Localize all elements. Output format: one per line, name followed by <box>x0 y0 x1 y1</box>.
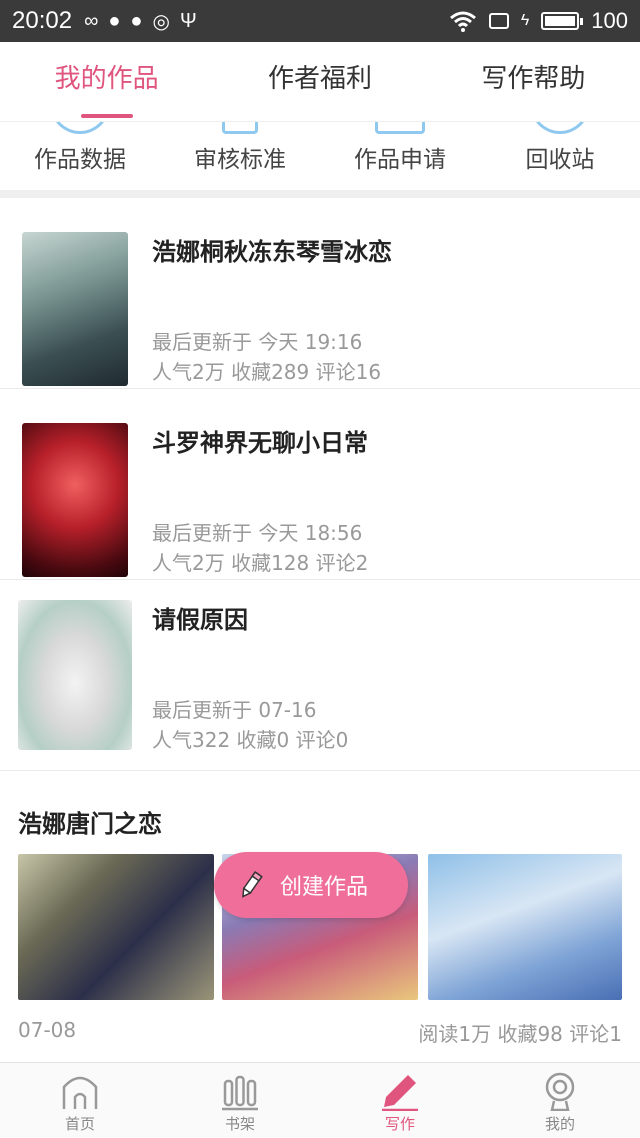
top-tabs: 我的作品 作者福利 写作帮助 <box>0 42 640 122</box>
nav-label: 首页 <box>64 1115 95 1133</box>
series-title[interactable]: 浩娜唐门之恋 <box>18 804 162 839</box>
create-work-button[interactable]: 创建作品 <box>214 852 408 918</box>
quick-action-label: 作品申请 <box>354 147 446 173</box>
works-list: 浩娜桐秋冻东琴雪冰恋 最后更新于 今天 19:16 人气2万 收藏289 评论1… <box>0 198 640 771</box>
bottom-nav: 首页 书架 写作 我的 <box>0 1062 640 1138</box>
quick-action-data[interactable]: 作品数据 <box>0 122 160 190</box>
nav-bookshelf[interactable]: 书架 <box>160 1063 320 1138</box>
tab-label: 作者福利 <box>267 64 372 94</box>
quick-action-label: 回收站 <box>525 147 595 173</box>
tab-writing-help[interactable]: 写作帮助 <box>427 42 640 121</box>
tab-underline <box>80 114 133 118</box>
quick-actions: 作品数据 审核标准 作品申请 回收站 <box>0 122 640 190</box>
battery-text: 100 <box>591 8 628 33</box>
review-icon <box>222 122 258 134</box>
series-image <box>18 854 214 1000</box>
tab-my-works[interactable]: 我的作品 <box>0 42 213 121</box>
notification-icons: ∞ ● ● ◎ Ψ <box>84 9 197 34</box>
status-bar: 20:02 ∞ ● ● ◎ Ψ ϟ 100 <box>0 0 640 42</box>
tab-label: 写作帮助 <box>481 64 586 94</box>
swirl-icon: ◎ <box>152 10 170 33</box>
nav-label: 写作 <box>384 1115 415 1133</box>
nav-label: 书架 <box>224 1115 255 1133</box>
list-item[interactable]: 斗罗神界无聊小日常 最后更新于 今天 18:56 人气2万 收藏128 评论2 <box>0 389 640 580</box>
profile-icon <box>545 1072 575 1111</box>
infinity-icon: ∞ <box>84 9 99 32</box>
screen-icon <box>488 13 509 29</box>
quick-action-label: 作品数据 <box>34 147 126 173</box>
list-item[interactable]: 浩娜桐秋冻东琴雪冰恋 最后更新于 今天 19:16 人气2万 收藏289 评论1… <box>0 198 640 389</box>
work-title: 请假原因 <box>152 606 248 634</box>
work-title: 浩娜桐秋冻东琴雪冰恋 <box>152 238 392 266</box>
quick-action-review[interactable]: 审核标准 <box>160 122 320 190</box>
usb-icon: Ψ <box>179 9 197 32</box>
section-divider <box>0 190 640 198</box>
home-icon <box>62 1076 98 1109</box>
work-update-time: 最后更新于 今天 18:56 <box>152 521 363 545</box>
nav-profile[interactable]: 我的 <box>480 1063 640 1138</box>
charging-icon: ϟ <box>520 12 530 29</box>
pencil-icon <box>242 871 263 898</box>
bookshelf-icon <box>222 1075 258 1111</box>
battery-icon <box>541 12 584 30</box>
work-stats: 人气2万 收藏128 评论2 <box>152 551 369 575</box>
status-time: 20:02 <box>12 7 73 34</box>
series-date: 07-08 <box>18 1018 77 1042</box>
work-update-time: 最后更新于 今天 19:16 <box>152 330 363 354</box>
work-stats: 人气322 收藏0 评论0 <box>152 728 349 752</box>
pen-icon <box>382 1075 418 1111</box>
create-work-label: 创建作品 <box>280 875 369 900</box>
data-icon <box>50 122 110 134</box>
series-image <box>428 854 622 1000</box>
quick-action-recycle[interactable]: 回收站 <box>480 122 640 190</box>
work-title: 斗罗神界无聊小日常 <box>152 429 368 457</box>
apply-icon <box>375 122 425 134</box>
nav-home[interactable]: 首页 <box>0 1063 160 1138</box>
work-update-time: 最后更新于 07-16 <box>152 698 317 722</box>
nav-label: 我的 <box>544 1115 575 1133</box>
work-cover <box>22 232 128 386</box>
tab-label: 我的作品 <box>54 64 159 94</box>
recycle-icon <box>530 122 590 134</box>
chat-icon: ● <box>108 9 121 32</box>
quick-action-apply[interactable]: 作品申请 <box>320 122 480 190</box>
nav-write[interactable]: 写作 <box>320 1063 480 1138</box>
work-cover <box>18 600 132 750</box>
chat-icon-2: ● <box>130 9 143 32</box>
tab-author-benefits[interactable]: 作者福利 <box>213 42 426 121</box>
status-right: ϟ 100 <box>449 8 628 34</box>
list-item[interactable]: 请假原因 最后更新于 07-16 人气322 收藏0 评论0 <box>0 580 640 771</box>
work-stats: 人气2万 收藏289 评论16 <box>152 360 382 384</box>
wifi-icon <box>449 11 476 32</box>
quick-action-label: 审核标准 <box>194 147 286 173</box>
series-stats: 阅读1万 收藏98 评论1 <box>418 1022 622 1046</box>
work-cover <box>22 423 128 577</box>
